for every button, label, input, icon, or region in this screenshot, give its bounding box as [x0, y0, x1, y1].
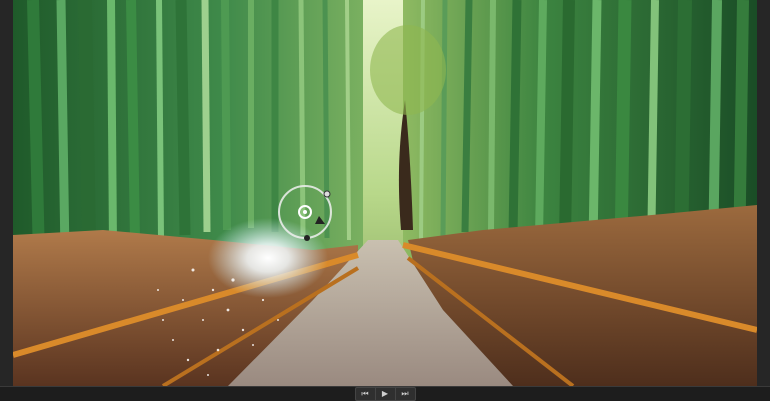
skip-forward-icon: ⏭ — [401, 389, 409, 398]
viewer-left-margin — [0, 0, 13, 386]
next-frame-button[interactable]: ⏭ — [396, 388, 415, 400]
play-button[interactable]: ▶ — [376, 388, 396, 400]
play-icon: ▶ — [381, 389, 389, 398]
skip-back-icon: ⏮ — [361, 389, 369, 398]
transport-buttons: ⏮ ▶ ⏭ — [354, 387, 416, 401]
bamboo-forest-photo — [13, 0, 757, 386]
image-viewer — [0, 0, 770, 386]
photo-canvas[interactable] — [13, 0, 757, 386]
previous-frame-button[interactable]: ⏮ — [356, 388, 376, 400]
viewer-right-margin — [757, 0, 770, 386]
light-position-gizmo[interactable] — [277, 184, 335, 242]
playback-controls: ⏮ ▶ ⏭ — [0, 386, 770, 401]
